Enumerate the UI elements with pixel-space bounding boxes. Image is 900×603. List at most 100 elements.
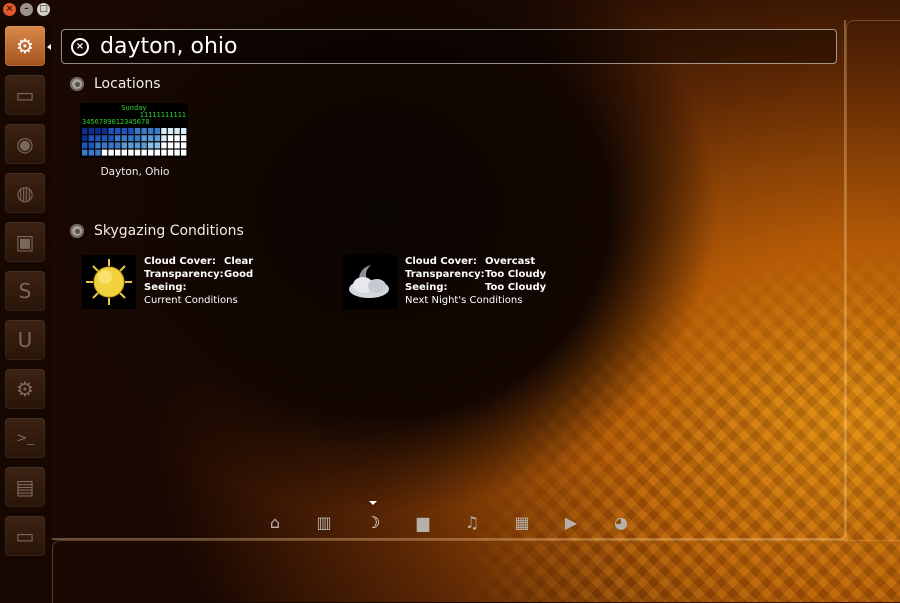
cloud-cover-value: Clear (224, 256, 254, 267)
conditions-caption: Current Conditions (144, 295, 238, 306)
chart-cell (141, 135, 147, 142)
chart-cell (115, 142, 121, 149)
chart-cell (82, 142, 88, 149)
seeing-label: Seeing: (405, 282, 448, 293)
chart-cell (141, 128, 147, 134)
chart-cell (121, 135, 127, 142)
social-lens-icon[interactable]: ◕ (608, 509, 634, 535)
chart-cell (95, 142, 101, 149)
terminal-icon[interactable]: >_ (5, 418, 45, 458)
chart-cell (161, 142, 167, 149)
active-lens-marker (369, 501, 377, 505)
expand-icon (70, 77, 84, 91)
skype-icon[interactable]: S (5, 271, 45, 311)
transparency-value: Too Cloudy (485, 269, 547, 280)
ubuntu-one-icon[interactable]: U (5, 320, 45, 360)
chart-cell (154, 142, 160, 149)
search-input[interactable] (100, 34, 800, 59)
chart-cell (167, 142, 174, 149)
astronomy-lens-icon[interactable]: ☽ (360, 509, 386, 535)
launcher: ⚙ ▭ ◉ ◍ ▣ S U ⚙ >_ ▤ ▭ (0, 20, 52, 602)
chart-cell (115, 149, 121, 156)
chart-cell (121, 142, 127, 149)
window-close-button[interactable]: × (3, 3, 16, 16)
chart-cell (174, 135, 180, 142)
chart-cell (115, 135, 121, 142)
music-lens-icon[interactable]: ♫ (459, 509, 485, 535)
chart-cell (101, 142, 108, 149)
chart-cell (95, 135, 101, 142)
chart-cells (82, 128, 187, 156)
chart-cell (101, 149, 108, 156)
location-label: Dayton, Ohio (100, 166, 170, 178)
system-settings-icon[interactable]: ⚙ (5, 369, 45, 409)
chart-cell (154, 128, 160, 134)
chart-cell (88, 128, 94, 134)
chart-cell (148, 135, 154, 142)
locations-title: Locations (94, 76, 161, 92)
chart-cell (134, 135, 141, 142)
cloud-cover-value: Overcast (485, 256, 536, 267)
dash-home-icon[interactable]: ⚙ (5, 26, 45, 66)
chart-cell (161, 128, 167, 134)
media-icon[interactable]: ◉ (5, 124, 45, 164)
chart-cell (181, 149, 187, 156)
chart-cell (108, 135, 114, 142)
chart-cell (141, 142, 147, 149)
window-minimize-button[interactable]: – (20, 3, 33, 16)
news-lens-icon[interactable]: ▦ (509, 509, 535, 535)
locations-header[interactable]: Locations (70, 76, 161, 92)
window-maximize-button[interactable]: □ (37, 3, 50, 16)
chart-cell (128, 142, 134, 149)
current-conditions-result[interactable]: Cloud Cover: Clear Transparency: Good Seei… (82, 255, 253, 309)
chart-cell (82, 149, 88, 156)
chart-hours-label: 3456789012345678 (82, 118, 149, 126)
chart-cell (148, 128, 154, 134)
files-lens-icon[interactable]: ▆ (410, 509, 436, 535)
chart-cell (134, 142, 141, 149)
applications-lens-icon[interactable]: ▥ (311, 509, 337, 535)
chart-cell (141, 149, 147, 156)
next-night-conditions-result[interactable]: Cloud Cover: Overcast Transparency: Too Cl… (343, 255, 546, 309)
chart-cell (101, 135, 108, 142)
chart-cell (121, 128, 127, 134)
trash-icon[interactable]: ▭ (5, 516, 45, 556)
video-lens-icon[interactable]: ▶ (558, 509, 584, 535)
software-center-icon[interactable]: ▣ (5, 222, 45, 262)
workspace-switcher-icon[interactable]: ▤ (5, 467, 45, 507)
location-result-dayton[interactable]: Sunday 11111111111 3456789012345678 Dayt… (80, 103, 190, 178)
chart-cell (88, 149, 94, 156)
chart-cell (154, 149, 160, 156)
files-icon[interactable]: ▭ (5, 75, 45, 115)
chart-cell (167, 128, 174, 134)
lens-bar: ⌂ ▥ ☽ ▆ ♫ ▦ ▶ ◕ (262, 501, 642, 535)
expand-icon (70, 224, 84, 238)
seeing-label: Seeing: (144, 282, 187, 293)
firefox-icon[interactable]: ◍ (5, 173, 45, 213)
chart-cell (181, 135, 187, 142)
chart-cell (181, 142, 187, 149)
chart-cell (167, 135, 174, 142)
chart-cell (128, 128, 134, 134)
chart-cell (128, 135, 134, 142)
home-lens-icon[interactable]: ⌂ (262, 509, 288, 535)
cloud-cover-label: Cloud Cover: (405, 256, 477, 267)
chart-cell (88, 142, 94, 149)
chart-cell (121, 149, 127, 156)
chart-cell (161, 135, 167, 142)
chart-cell (108, 149, 114, 156)
launcher-active-arrow (47, 44, 51, 50)
chart-cell (167, 149, 174, 156)
clear-search-icon[interactable]: × (71, 37, 89, 56)
transparency-label: Transparency: (405, 269, 485, 280)
conditions-caption: Next Night's Conditions (405, 295, 523, 306)
chart-cell (174, 142, 180, 149)
chart-cell (101, 128, 108, 134)
chart-cell (128, 149, 134, 156)
chart-cell (115, 128, 121, 134)
skygazing-header[interactable]: Skygazing Conditions (70, 223, 244, 239)
dash-frame-edge-right (846, 20, 900, 541)
clear-sky-clock-chart: Sunday 11111111111 3456789012345678 (80, 103, 188, 158)
chart-cell (88, 135, 94, 142)
sun-icon (82, 255, 136, 309)
